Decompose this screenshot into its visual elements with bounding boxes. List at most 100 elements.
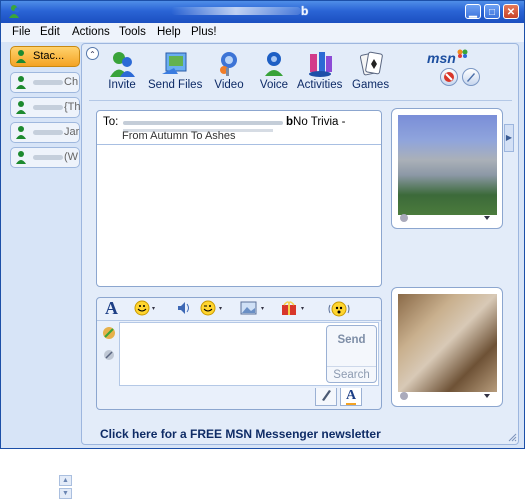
conversation-window: b ▁ □ ✕ File Edit Actions Tools Help Plu… xyxy=(0,0,525,499)
send-files-label: Send Files xyxy=(148,79,203,91)
wink-icon[interactable] xyxy=(200,300,226,316)
contact-tab[interactable]: {Th xyxy=(10,97,81,118)
contact-scroll-arrows: ▲▼ xyxy=(59,473,80,499)
games-label: Games xyxy=(352,79,390,91)
contact-tabs: Stac... Ch {Th Jar (W ▲▼ xyxy=(7,43,81,499)
compose-side-icons xyxy=(101,325,117,363)
pen-icon xyxy=(322,390,331,401)
contact-status-icon xyxy=(16,126,26,139)
handwriting-tab[interactable] xyxy=(315,388,337,406)
minimize-button[interactable]: ▁ xyxy=(465,4,481,19)
contact-tab[interactable]: Stac... xyxy=(10,46,80,67)
menu-actions[interactable]: Actions xyxy=(72,26,110,38)
compose-tabs: A xyxy=(97,388,381,410)
toolbar: ⌃ Invite Send Files Video Voice Activiti… xyxy=(82,44,518,100)
to-personal-message: From Autumn To Ashes xyxy=(122,130,236,142)
maximize-button[interactable]: □ xyxy=(484,4,500,19)
send-files-icon xyxy=(162,52,187,74)
send-files-button[interactable]: Send Files xyxy=(148,50,202,91)
format-toolbar: A xyxy=(97,298,381,321)
invite-icon xyxy=(110,52,135,77)
block-icon xyxy=(444,72,454,82)
voice-label: Voice xyxy=(259,79,289,91)
contact-tab[interactable]: Ch xyxy=(10,72,80,93)
close-button[interactable]: ✕ xyxy=(503,4,519,19)
collapse-toolbar-button[interactable]: ⌃ xyxy=(86,47,99,60)
menu-file[interactable]: File xyxy=(12,26,31,38)
to-status: No Trivia - xyxy=(293,116,346,128)
font-icon[interactable]: A xyxy=(105,298,118,319)
type-tab[interactable]: A xyxy=(340,388,362,406)
video-button[interactable]: Video xyxy=(214,50,244,91)
gift-icon[interactable] xyxy=(280,300,308,316)
contact-redacted-name xyxy=(33,130,63,135)
msn-butterfly-icon xyxy=(457,49,468,58)
voice-button[interactable]: Voice xyxy=(259,50,289,91)
my-picture-options-icon[interactable] xyxy=(398,390,497,402)
to-redacted-name xyxy=(123,121,283,125)
newsletter-link[interactable]: Click here for a FREE MSN Messenger news… xyxy=(100,427,381,441)
activities-label: Activities xyxy=(297,79,343,91)
contact-status-icon xyxy=(16,76,26,89)
title-bar[interactable]: b ▁ □ ✕ xyxy=(1,1,524,23)
video-label: Video xyxy=(214,79,244,91)
my-display-picture[interactable] xyxy=(391,287,503,407)
contact-redacted-name xyxy=(33,105,63,110)
contact-picture-image xyxy=(398,115,497,215)
to-header: To: bNo Trivia - From Autumn To Ashes xyxy=(97,111,381,145)
menu-tools[interactable]: Tools xyxy=(119,26,146,38)
conversation-history[interactable]: To: bNo Trivia - From Autumn To Ashes xyxy=(96,110,382,287)
contact-tab[interactable]: Jar xyxy=(10,122,80,143)
contact-status-icon xyxy=(16,50,26,63)
menu-bar: File Edit Actions Tools Help Plus! xyxy=(1,23,524,42)
voice-clip-icon[interactable] xyxy=(175,300,195,316)
send-button[interactable]: Send xyxy=(327,334,376,346)
brush-icon xyxy=(467,73,475,82)
toolbar-separator xyxy=(89,100,512,101)
scroll-down-icon[interactable]: ▼ xyxy=(59,488,72,499)
activities-icon xyxy=(308,52,332,77)
contact-picture-options-icon[interactable] xyxy=(398,212,497,224)
window-title: b xyxy=(301,4,309,18)
menu-help[interactable]: Help xyxy=(157,26,181,38)
block-button[interactable] xyxy=(440,68,458,86)
background-image-icon[interactable] xyxy=(240,300,268,316)
invite-button[interactable]: Invite xyxy=(107,50,137,91)
contact-status-icon xyxy=(16,101,26,114)
handwriting-icon[interactable] xyxy=(101,325,117,341)
contact-redacted-name xyxy=(33,80,63,85)
msn-buddy-icon xyxy=(9,5,20,18)
to-contact-name: bNo Trivia - xyxy=(286,116,345,128)
emoticon-icon[interactable] xyxy=(134,300,158,316)
collapse-pictures-button[interactable]: ▶ xyxy=(504,124,514,152)
games-icon xyxy=(359,51,383,76)
voice-icon xyxy=(265,52,283,76)
games-button[interactable]: Games xyxy=(352,50,389,91)
send-group: Send Search xyxy=(326,325,377,383)
to-name-partial: b xyxy=(286,116,294,128)
conversation-pane: ⌃ Invite Send Files Video Voice Activiti… xyxy=(81,43,519,445)
contact-name: (W xyxy=(64,151,79,163)
contact-display-picture[interactable] xyxy=(391,108,503,229)
search-button[interactable]: Search xyxy=(327,366,376,381)
my-picture-image xyxy=(398,294,497,392)
nudge-icon[interactable] xyxy=(327,300,351,318)
resize-grip-icon[interactable] xyxy=(507,432,517,442)
contact-name: Jar xyxy=(64,126,80,138)
contact-redacted-name xyxy=(33,155,63,160)
menu-plus[interactable]: Plus! xyxy=(191,26,217,38)
menu-edit[interactable]: Edit xyxy=(40,26,60,38)
contact-name: {Th xyxy=(64,101,81,113)
compose-panel: A Send Search A xyxy=(96,297,382,410)
video-icon xyxy=(220,52,237,76)
background-button[interactable] xyxy=(462,68,480,86)
msn-logo: msn xyxy=(427,50,456,66)
contact-tab[interactable]: (W xyxy=(10,147,80,168)
ink-icon[interactable] xyxy=(101,347,117,363)
invite-label: Invite xyxy=(108,79,136,91)
to-label: To: xyxy=(103,116,119,128)
activities-button[interactable]: Activities xyxy=(297,50,342,91)
scroll-up-icon[interactable]: ▲ xyxy=(59,475,72,486)
contact-name: Ch xyxy=(64,76,79,88)
contact-name: Stac... xyxy=(33,50,65,62)
